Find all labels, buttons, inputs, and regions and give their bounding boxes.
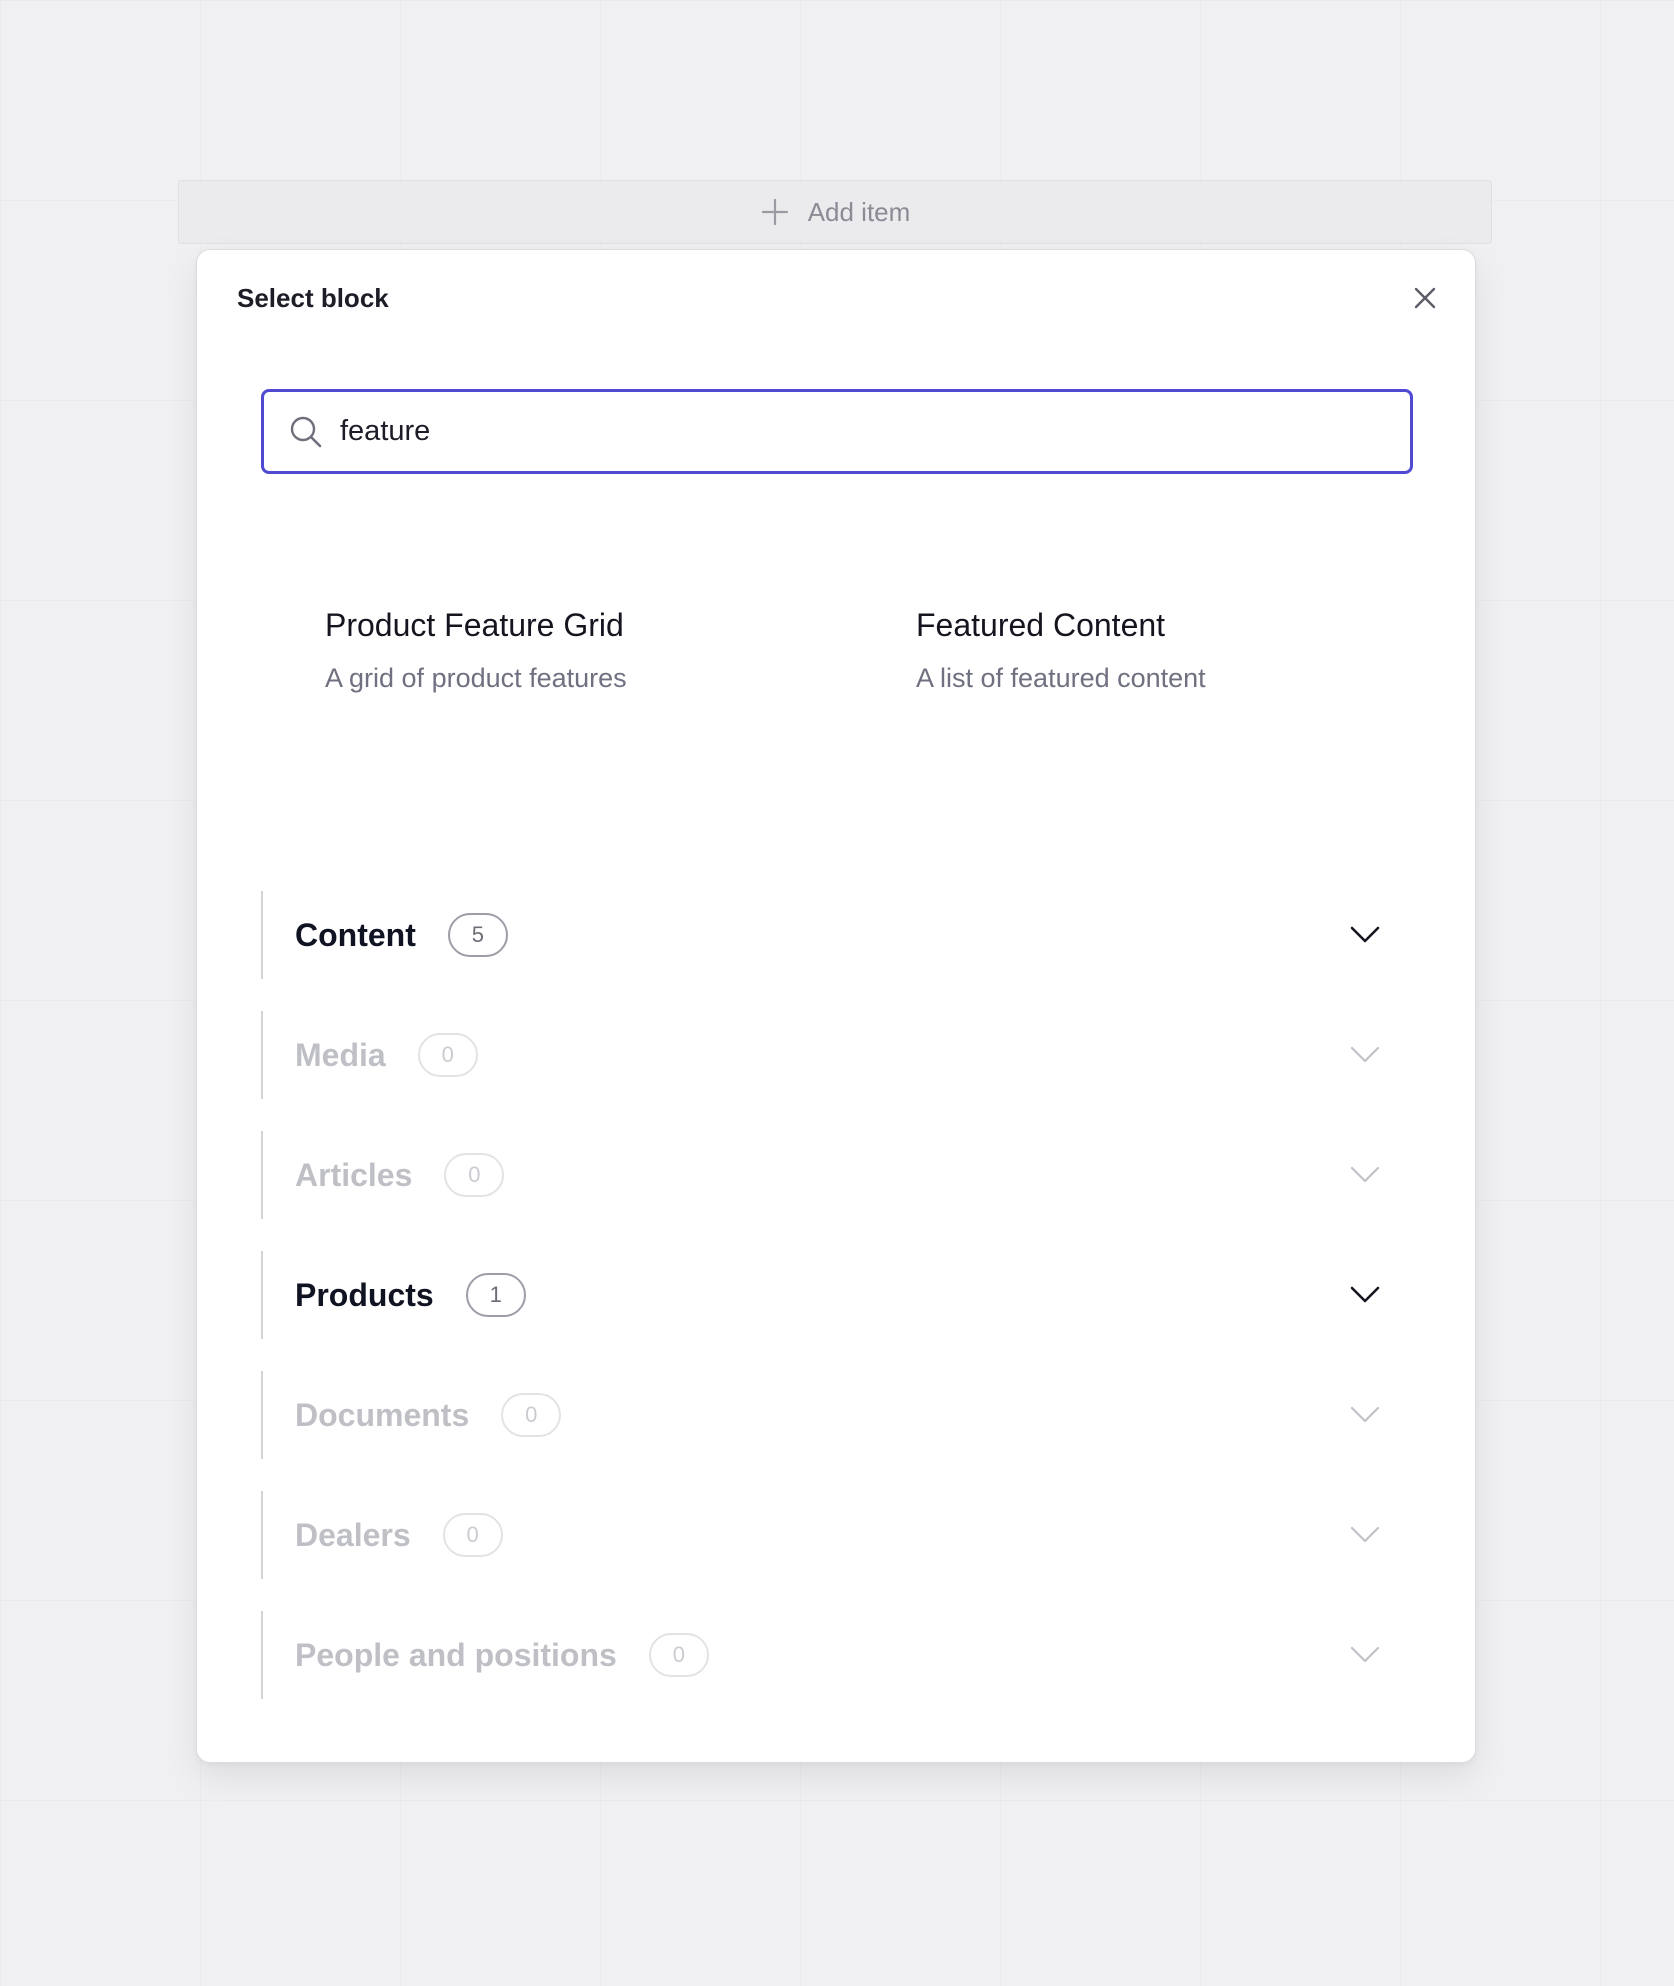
result-description: A grid of product features (325, 663, 627, 693)
modal-title: Select block (237, 283, 389, 313)
chevron-down-icon (1349, 1039, 1381, 1071)
category-articles[interactable]: Articles 0 (261, 1131, 1413, 1219)
count-badge: 5 (447, 913, 508, 957)
category-people-and-positions[interactable]: People and positions 0 (261, 1611, 1413, 1699)
count-badge: 1 (465, 1273, 526, 1317)
category-label: Articles (295, 1157, 413, 1193)
chevron-down-icon (1349, 1159, 1381, 1191)
result-title: Featured Content (916, 607, 1166, 643)
category-label: Dealers (295, 1517, 411, 1553)
close-icon (1414, 287, 1436, 309)
chevron-down-icon (1349, 1519, 1381, 1551)
search-field[interactable] (261, 389, 1413, 474)
chevron-down-icon (1349, 1639, 1381, 1671)
category-media[interactable]: Media 0 (261, 1011, 1413, 1099)
category-label: Media (295, 1037, 386, 1073)
count-badge: 0 (648, 1633, 709, 1677)
result-description: A list of featured content (916, 663, 1206, 693)
category-documents[interactable]: Documents 0 (261, 1371, 1413, 1459)
category-label: Documents (295, 1397, 470, 1433)
result-title: Product Feature Grid (325, 607, 624, 643)
result-product-feature-grid[interactable]: Product Feature Grid A grid of product f… (325, 605, 627, 695)
category-label: Products (295, 1277, 434, 1313)
chevron-down-icon (1349, 1279, 1381, 1311)
search-input[interactable] (340, 415, 1410, 448)
count-badge: 0 (501, 1393, 562, 1437)
category-label: Content (295, 917, 416, 953)
count-badge: 0 (442, 1513, 503, 1557)
chevron-down-icon (1349, 1399, 1381, 1431)
count-badge: 0 (444, 1153, 505, 1197)
select-block-modal: Select block Product Feature Grid A grid… (196, 249, 1476, 1763)
search-icon (286, 412, 326, 452)
category-products[interactable]: Products 1 (261, 1251, 1413, 1339)
category-content[interactable]: Content 5 (261, 891, 1413, 979)
result-featured-content[interactable]: Featured Content A list of featured cont… (916, 605, 1206, 695)
chevron-down-icon (1349, 919, 1381, 951)
count-badge: 0 (417, 1033, 478, 1077)
add-item-label: Add item (807, 196, 911, 227)
category-label: People and positions (295, 1637, 617, 1673)
close-button[interactable] (1409, 282, 1441, 314)
add-item-button[interactable]: Add item (178, 180, 1492, 244)
category-dealers[interactable]: Dealers 0 (261, 1491, 1413, 1579)
plus-icon (760, 197, 790, 227)
